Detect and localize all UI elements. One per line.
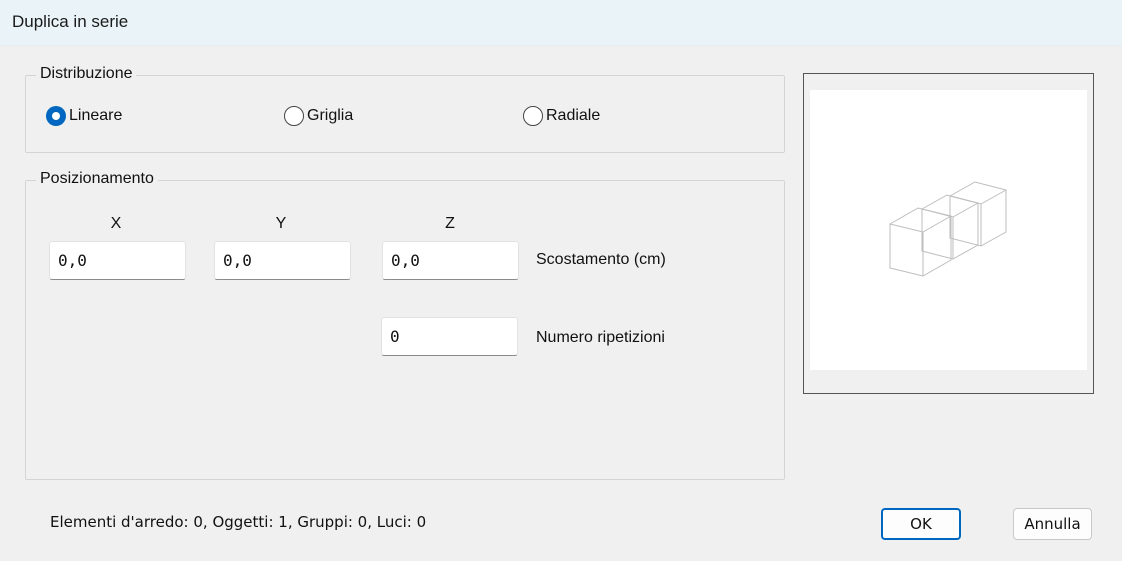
distribution-group-label: Distribuzione (36, 65, 137, 83)
radio-griglia-indicator[interactable] (284, 106, 304, 126)
positioning-group-label: Posizionamento (36, 170, 158, 188)
offset-y-input[interactable] (214, 241, 351, 280)
offset-x-input[interactable] (49, 241, 186, 280)
title-bar: Duplica in serie (0, 0, 1122, 46)
radio-lineare-label: Lineare (69, 107, 123, 124)
radio-radiale-label: Radiale (546, 107, 601, 124)
radio-lineare-indicator[interactable] (46, 106, 66, 126)
three-cubes-preview-icon (889, 181, 1007, 277)
cancel-button[interactable]: Annulla (1013, 508, 1092, 540)
repetitions-input[interactable] (381, 317, 518, 356)
axis-label-x: X (110, 215, 122, 232)
window-title: Duplica in serie (12, 12, 129, 31)
radio-lineare[interactable]: Lineare (46, 106, 122, 126)
ok-button[interactable]: OK (881, 508, 961, 540)
offset-z-input[interactable] (382, 241, 519, 280)
axis-label-z: Z (445, 215, 455, 232)
radio-radiale[interactable]: Radiale (523, 106, 600, 126)
radio-griglia[interactable]: Griglia (284, 106, 353, 126)
radio-radiale-indicator[interactable] (523, 106, 543, 126)
distribution-group: Distribuzione Lineare Griglia Radiale (25, 65, 785, 153)
repetitions-label: Numero ripetizioni (536, 329, 665, 346)
radio-griglia-label: Griglia (307, 107, 354, 124)
preview-panel (803, 73, 1094, 394)
offset-label: Scostamento (cm) (536, 251, 666, 268)
axis-label-y: Y (275, 215, 287, 232)
status-text: Elementi d'arredo: 0, Oggetti: 1, Gruppi… (50, 513, 427, 531)
preview-canvas (810, 90, 1087, 370)
